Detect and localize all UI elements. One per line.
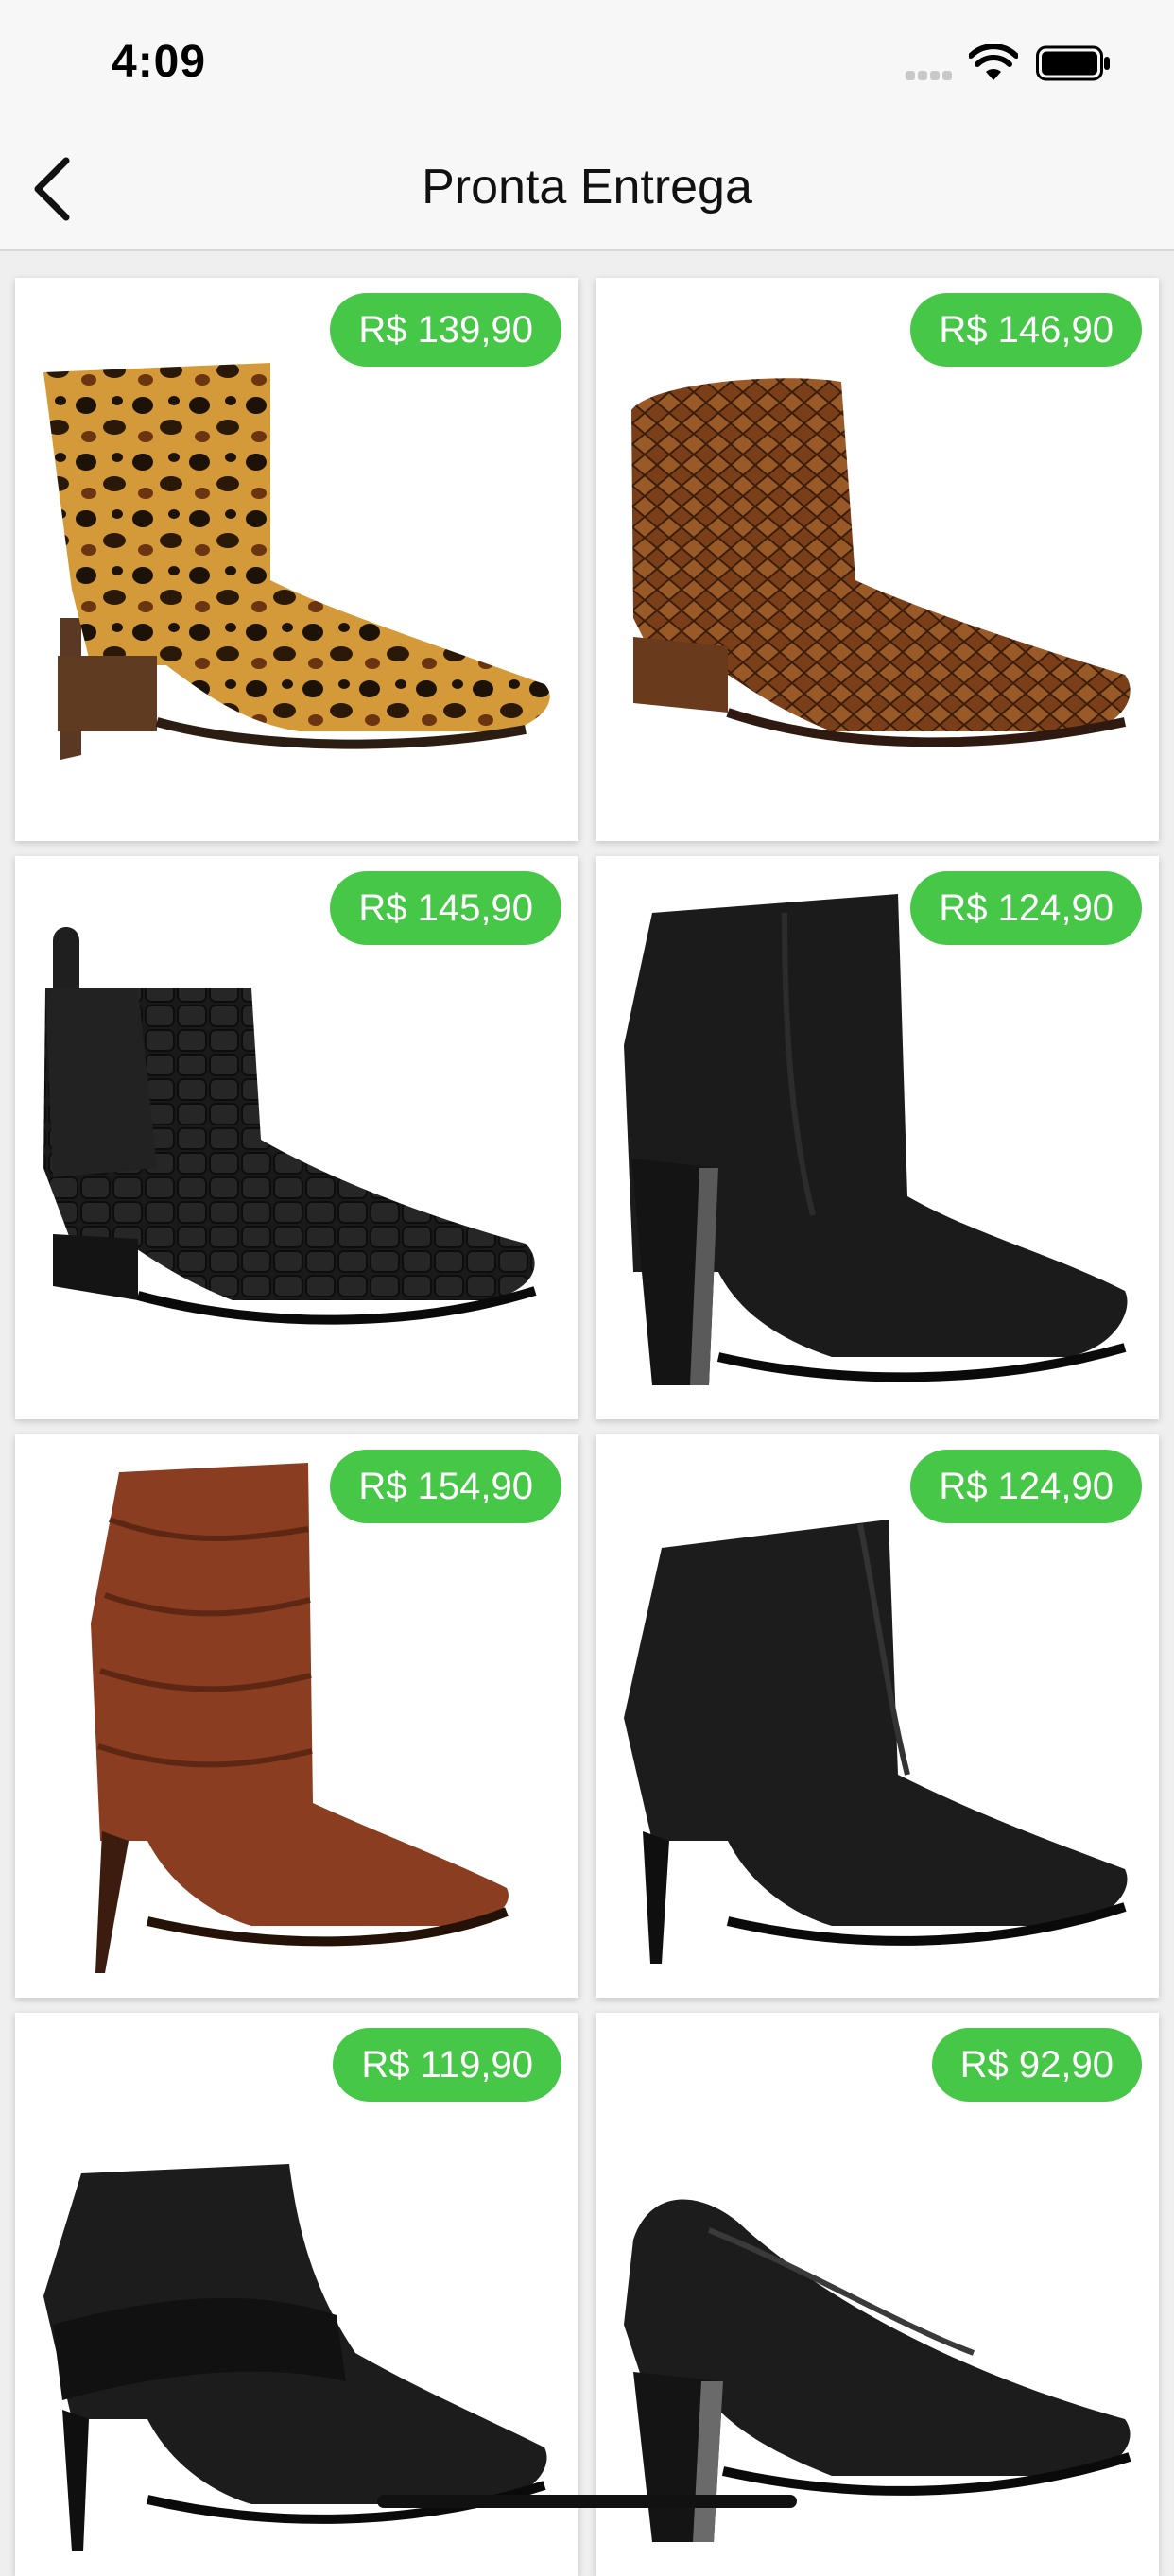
price-badge[interactable]: R$ 124,90 [910, 871, 1142, 945]
price-badge[interactable]: R$ 146,90 [910, 293, 1142, 367]
price-badge[interactable]: R$ 124,90 [910, 1450, 1142, 1523]
status-time: 4:09 [112, 37, 207, 87]
product-card[interactable]: R$ 119,90 [15, 2013, 578, 2576]
status-bar: 4:09 [0, 0, 1174, 125]
price-badge[interactable]: R$ 92,90 [931, 2028, 1142, 2102]
cellular-signal-icon [906, 68, 960, 80]
battery-icon [1036, 45, 1110, 81]
price-badge[interactable]: R$ 154,90 [330, 1450, 561, 1523]
product-grid: R$ 139,90 R$ 146,90 R$ 145,90 R$ 124,90 … [0, 251, 1174, 2576]
price-badge[interactable]: R$ 139,90 [330, 293, 561, 367]
price-badge[interactable]: R$ 119,90 [333, 2028, 561, 2102]
navigation-bar: Pronta Entrega [0, 125, 1174, 251]
product-card[interactable]: R$ 145,90 [15, 856, 578, 1419]
product-card[interactable]: R$ 146,90 [596, 278, 1159, 841]
wifi-icon [969, 44, 1018, 80]
product-card[interactable]: R$ 124,90 [596, 856, 1159, 1419]
price-badge[interactable]: R$ 145,90 [330, 871, 561, 945]
product-card[interactable]: R$ 124,90 [596, 1434, 1159, 1998]
product-card[interactable]: R$ 154,90 [15, 1434, 578, 1998]
product-card[interactable]: R$ 92,90 [596, 2013, 1159, 2576]
home-indicator[interactable] [377, 2495, 797, 2508]
page-title: Pronta Entrega [422, 160, 752, 215]
product-card[interactable]: R$ 139,90 [15, 278, 578, 841]
